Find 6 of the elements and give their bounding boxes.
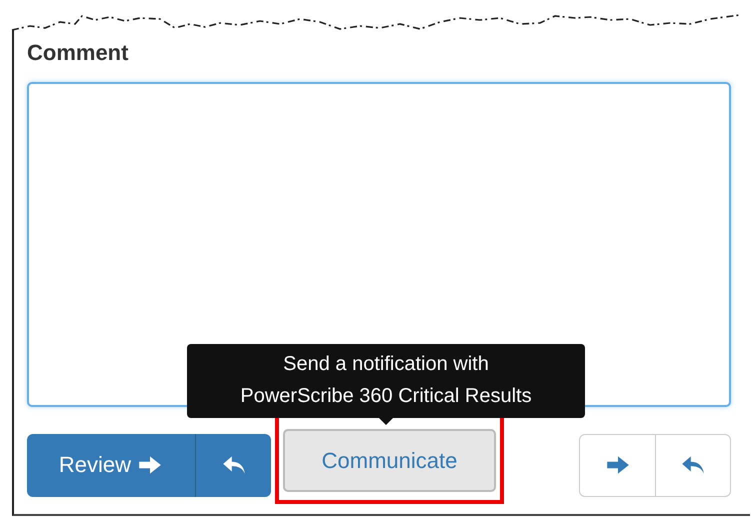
tooltip: Send a notification with PowerScribe 360 Critical Results — [187, 344, 585, 418]
communicate-button[interactable]: Communicate — [283, 429, 496, 492]
arrow-right-icon — [604, 454, 630, 476]
comment-label: Comment — [27, 39, 130, 67]
comment-field[interactable] — [27, 82, 731, 407]
arrow-right-icon — [137, 454, 164, 476]
